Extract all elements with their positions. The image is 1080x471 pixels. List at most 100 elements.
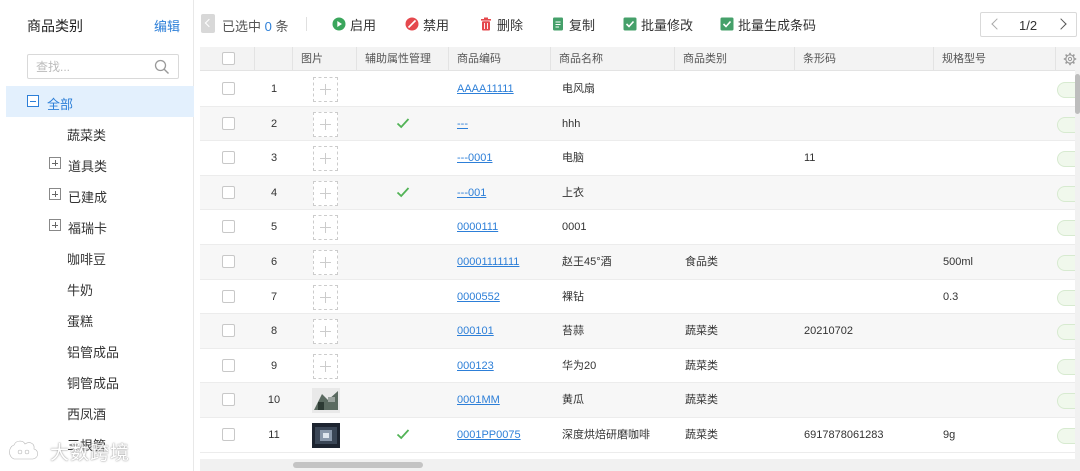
product-code-link[interactable]: 00001111111 xyxy=(457,256,519,268)
row-checkbox[interactable] xyxy=(222,220,235,234)
image-upload-placeholder[interactable] xyxy=(313,215,338,241)
table-row[interactable]: 1 AAAA11111 电风扇 xyxy=(200,72,1080,107)
tree-item-label: 铝管成品 xyxy=(67,345,120,360)
row-index: 8 xyxy=(270,325,278,338)
tree-item[interactable]: 蛋糕 xyxy=(6,303,194,334)
image-upload-placeholder[interactable] xyxy=(313,111,338,137)
tree-item[interactable]: 铜管成品 xyxy=(6,365,194,396)
expand-plus-icon[interactable] xyxy=(49,157,61,169)
product-name-cell: 苔蒜 xyxy=(562,314,674,348)
row-checkbox[interactable] xyxy=(222,324,235,338)
product-category-cell xyxy=(685,176,793,210)
barcode-value-cell: 6917878061283 xyxy=(804,418,932,452)
product-code-link[interactable]: 0000111 xyxy=(457,221,498,233)
horizontal-scroll-thumb[interactable] xyxy=(293,462,423,468)
category-search-box[interactable] xyxy=(27,54,179,79)
tree-item[interactable]: 全部 xyxy=(6,86,194,117)
image-upload-placeholder[interactable] xyxy=(313,353,338,379)
image-upload-placeholder[interactable] xyxy=(313,180,338,206)
product-code-link[interactable]: AAAA11111 xyxy=(457,83,514,95)
product-thumbnail[interactable] xyxy=(312,423,340,448)
image-upload-placeholder[interactable] xyxy=(313,77,338,102)
row-checkbox[interactable] xyxy=(222,116,235,130)
spec-value-cell: 9g xyxy=(943,418,1053,452)
tree-item[interactable]: 道具类 xyxy=(6,148,194,179)
table-row[interactable]: 5 0000111 0001 xyxy=(200,210,1080,245)
table-row[interactable]: 3 ---0001 电脑 11 xyxy=(200,141,1080,176)
play-circle-icon xyxy=(332,17,346,31)
copy-button[interactable]: 复制 xyxy=(551,14,595,34)
vertical-scrollbar[interactable] xyxy=(1075,70,1080,471)
product-code-link[interactable]: ---001 xyxy=(457,187,486,199)
product-code-link[interactable]: --- xyxy=(457,118,468,130)
table-row[interactable]: 4 ---001 上衣 xyxy=(200,175,1080,211)
tree-item[interactable]: 已建成 xyxy=(6,179,194,210)
ban-icon xyxy=(405,17,419,31)
product-code-link[interactable]: 0001MM xyxy=(457,394,500,406)
header-product-code[interactable]: 商品编码 xyxy=(449,47,551,71)
tree-item[interactable]: 牛奶 xyxy=(6,272,194,303)
gear-icon[interactable] xyxy=(1063,52,1077,66)
category-search-input[interactable] xyxy=(36,58,146,76)
header-image[interactable]: 图片 xyxy=(293,47,357,71)
image-upload-placeholder[interactable] xyxy=(313,250,338,275)
row-checkbox[interactable] xyxy=(222,82,235,95)
row-checkbox[interactable] xyxy=(222,289,235,303)
row-checkbox[interactable] xyxy=(222,393,235,407)
collapse-minus-icon[interactable] xyxy=(27,95,39,107)
search-icon[interactable] xyxy=(154,59,170,75)
tree-item-label: 已建成 xyxy=(68,190,108,205)
vertical-scroll-thumb[interactable] xyxy=(1075,74,1080,114)
row-checkbox[interactable] xyxy=(222,151,235,165)
product-name: 上衣 xyxy=(562,186,584,199)
product-code-link-cell: 000123 xyxy=(457,349,549,383)
product-code-link[interactable]: 000101 xyxy=(457,325,494,337)
table-row[interactable]: 6 00001111111 赵王45°酒 食品类 500ml xyxy=(200,245,1080,280)
select-all-checkbox[interactable] xyxy=(222,52,235,65)
collapse-sidebar-button[interactable] xyxy=(201,14,215,33)
disable-button[interactable]: 禁用 xyxy=(405,14,449,34)
table-row[interactable]: 2 --- hhh xyxy=(200,106,1080,142)
tree-item[interactable]: 蔬菜类 xyxy=(6,117,194,148)
header-product-name[interactable]: 商品名称 xyxy=(551,47,675,71)
product-code-link[interactable]: ---0001 xyxy=(457,152,492,164)
batch-edit-button[interactable]: 批量修改 xyxy=(623,14,693,34)
barcode-value-cell xyxy=(804,383,932,417)
checkmark-icon xyxy=(396,429,410,440)
product-code-link[interactable]: 0001PP0075 xyxy=(457,429,521,441)
product-code-link[interactable]: 000123 xyxy=(457,360,494,372)
expand-plus-icon[interactable] xyxy=(49,188,61,200)
product-name: 电风扇 xyxy=(562,83,595,95)
table-row[interactable]: 9 000123 华为20 蔬菜类 xyxy=(200,348,1080,384)
tree-item[interactable]: 铝管成品 xyxy=(6,334,194,365)
header-spec[interactable]: 规格型号 xyxy=(934,47,1056,71)
row-checkbox[interactable] xyxy=(222,428,235,441)
enable-button[interactable]: 启用 xyxy=(332,14,376,34)
image-upload-placeholder[interactable] xyxy=(313,284,338,310)
row-checkbox[interactable] xyxy=(222,185,235,199)
edit-categories-link[interactable]: 编辑 xyxy=(154,16,180,35)
header-barcode[interactable]: 条形码 xyxy=(795,47,934,71)
sidebar-title: 商品类别 xyxy=(27,18,83,34)
expand-plus-icon[interactable] xyxy=(49,219,61,231)
product-code-link[interactable]: 0000552 xyxy=(457,291,500,303)
tree-item[interactable]: 西凤酒 xyxy=(6,396,194,427)
product-thumbnail[interactable] xyxy=(312,388,340,414)
row-checkbox[interactable] xyxy=(222,358,235,372)
prev-page-icon[interactable] xyxy=(991,18,1003,30)
batch-generate-barcode-button[interactable]: 批量生成条码 xyxy=(720,14,816,34)
delete-button[interactable]: 删除 xyxy=(479,14,523,34)
tree-item[interactable]: 咖啡豆 xyxy=(6,241,194,272)
table-row[interactable]: 7 0000552 裸钻 0.3 xyxy=(200,279,1080,315)
header-product-category[interactable]: 商品类别 xyxy=(675,47,795,71)
tree-item[interactable]: 福瑞卡 xyxy=(6,210,194,241)
table-row[interactable]: 11 0001PP0075 深度烘焙研磨咖啡 蔬菜类 6917878061283 9g xyxy=(200,418,1080,453)
horizontal-scrollbar[interactable] xyxy=(200,459,1075,471)
next-page-icon[interactable] xyxy=(1055,18,1067,30)
row-checkbox[interactable] xyxy=(222,255,235,268)
header-aux-attr[interactable]: 辅助属性管理 xyxy=(357,47,449,71)
table-row[interactable]: 10 0001MM 黄瓜 蔬菜类 xyxy=(200,383,1080,418)
image-upload-placeholder[interactable] xyxy=(313,146,338,172)
table-row[interactable]: 8 000101 苔蒜 蔬菜类 20210702 xyxy=(200,314,1080,349)
image-upload-placeholder[interactable] xyxy=(313,319,338,345)
